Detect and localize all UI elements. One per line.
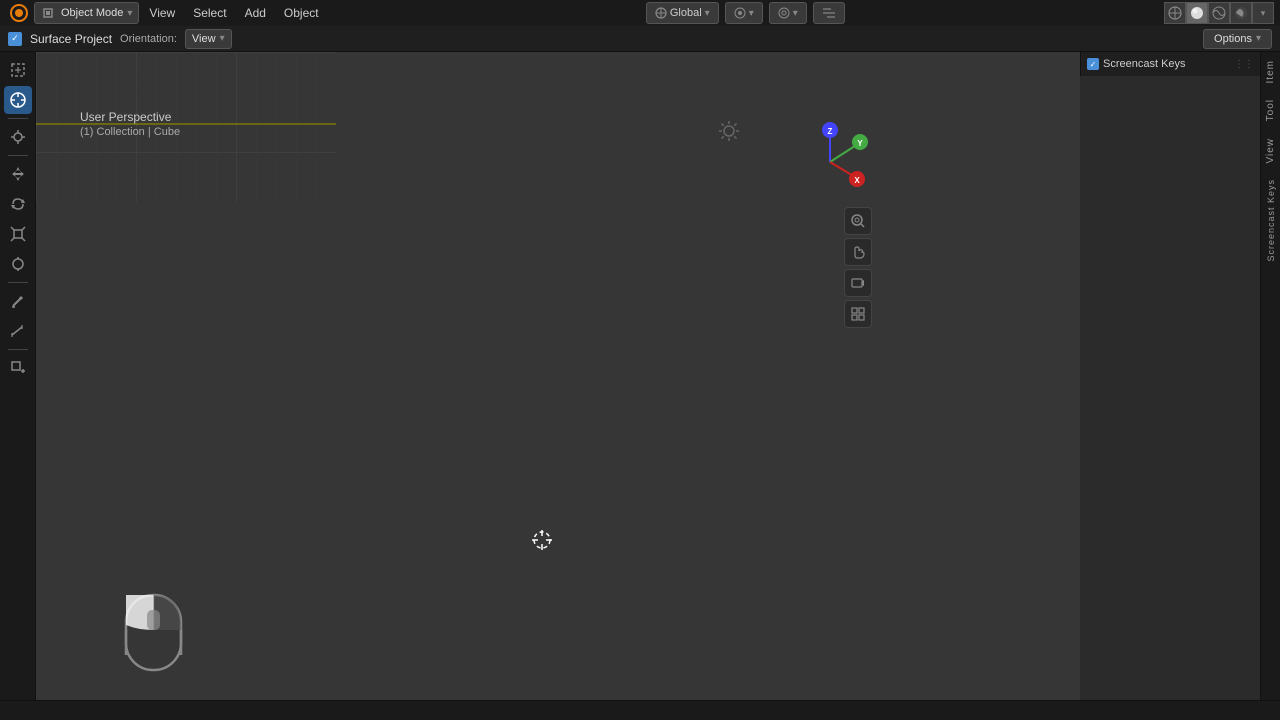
right-viewport-tools: [844, 207, 872, 328]
project-name[interactable]: Surface Project: [30, 32, 112, 46]
screencast-drag-handle[interactable]: ⋮⋮: [1234, 59, 1254, 70]
viewport-info: User Perspective (1) Collection | Cube: [80, 110, 180, 138]
screencast-checkbox[interactable]: ✓: [1087, 58, 1099, 70]
mouse-indicator: [116, 590, 191, 690]
toolbar-separator-1: [8, 118, 28, 119]
select-menu[interactable]: Select: [185, 0, 234, 26]
proportional-edit[interactable]: ▾: [769, 2, 807, 24]
tab-view[interactable]: View: [1262, 130, 1279, 172]
orientation-label: Orientation:: [120, 33, 177, 45]
screencast-header: ✓ Screencast Keys ⋮⋮: [1087, 58, 1254, 70]
options-button[interactable]: Options ▾: [1203, 29, 1272, 49]
shading-controls: ▾: [1164, 2, 1274, 24]
scale-tool[interactable]: [4, 220, 32, 248]
viewport-gizmo[interactable]: Z Y X: [790, 122, 870, 202]
collection-label: (1) Collection | Cube: [80, 126, 180, 138]
object-mode-selector[interactable]: Object Mode ▾: [34, 2, 139, 24]
tab-screencast[interactable]: Screencast Keys: [1263, 171, 1279, 270]
header-right: Options ▾: [1203, 29, 1272, 49]
left-toolbar: [0, 52, 36, 720]
cursor-tool[interactable]: [4, 123, 32, 151]
sun-light-icon: [718, 120, 740, 147]
orientation-select[interactable]: View ▾: [185, 29, 232, 49]
move-tool[interactable]: [4, 160, 32, 188]
toolbar-separator-3: [8, 282, 28, 283]
viewport-shading-group: ▾: [1164, 2, 1274, 24]
add-menu[interactable]: Add: [237, 0, 274, 26]
screencast-panel: ✓ Screencast Keys ⋮⋮: [1080, 52, 1260, 76]
3d-cursor: [532, 530, 552, 550]
zoom-tool[interactable]: [844, 207, 872, 235]
view-menu[interactable]: View: [141, 0, 183, 26]
svg-text:Z: Z: [828, 127, 833, 136]
3d-viewport[interactable]: User Perspective (1) Collection | Cube Z…: [36, 52, 1080, 720]
rotate-tool[interactable]: [4, 190, 32, 218]
add-object-tool[interactable]: [4, 354, 32, 382]
grid-view-tool[interactable]: [844, 300, 872, 328]
transform-global[interactable]: Global ▾: [646, 2, 719, 24]
select-box-tool[interactable]: [4, 56, 32, 84]
annotate-tool[interactable]: [4, 287, 32, 315]
object-menu[interactable]: Object: [276, 0, 327, 26]
perspective-label: User Perspective: [80, 110, 180, 124]
solid-shading[interactable]: [1186, 2, 1208, 24]
rendered-shading[interactable]: [1230, 2, 1252, 24]
hand-tool[interactable]: [844, 238, 872, 266]
app-logo[interactable]: [6, 0, 32, 26]
toolbar-separator-2: [8, 155, 28, 156]
project-checkbox[interactable]: ✓: [8, 32, 22, 46]
transform-tool[interactable]: [4, 250, 32, 278]
svg-text:X: X: [854, 176, 860, 185]
shading-options[interactable]: ▾: [1252, 2, 1274, 24]
right-sidebar-tabs: Item Tool View Screencast Keys: [1260, 52, 1280, 720]
tab-item[interactable]: Item: [1262, 52, 1279, 91]
toolbar-separator-4: [8, 349, 28, 350]
tab-tool[interactable]: Tool: [1262, 91, 1279, 129]
top-bar-center: Global ▾ ▾ ▾: [329, 2, 1162, 24]
snap-button[interactable]: ▾: [725, 2, 763, 24]
status-bar: [0, 700, 1280, 720]
top-menu-bar: Object Mode ▾ View Select Add Object Glo…: [0, 0, 1280, 26]
wireframe-shading[interactable]: [1164, 2, 1186, 24]
select-tool[interactable]: [4, 86, 32, 114]
measure-tool[interactable]: [4, 317, 32, 345]
header-bar: ✓ Surface Project Orientation: View ▾ Op…: [0, 26, 1280, 52]
overlay-button[interactable]: [813, 2, 845, 24]
screencast-label: Screencast Keys: [1103, 58, 1186, 70]
svg-text:Y: Y: [857, 139, 863, 148]
material-shading[interactable]: [1208, 2, 1230, 24]
camera-view-tool[interactable]: [844, 269, 872, 297]
